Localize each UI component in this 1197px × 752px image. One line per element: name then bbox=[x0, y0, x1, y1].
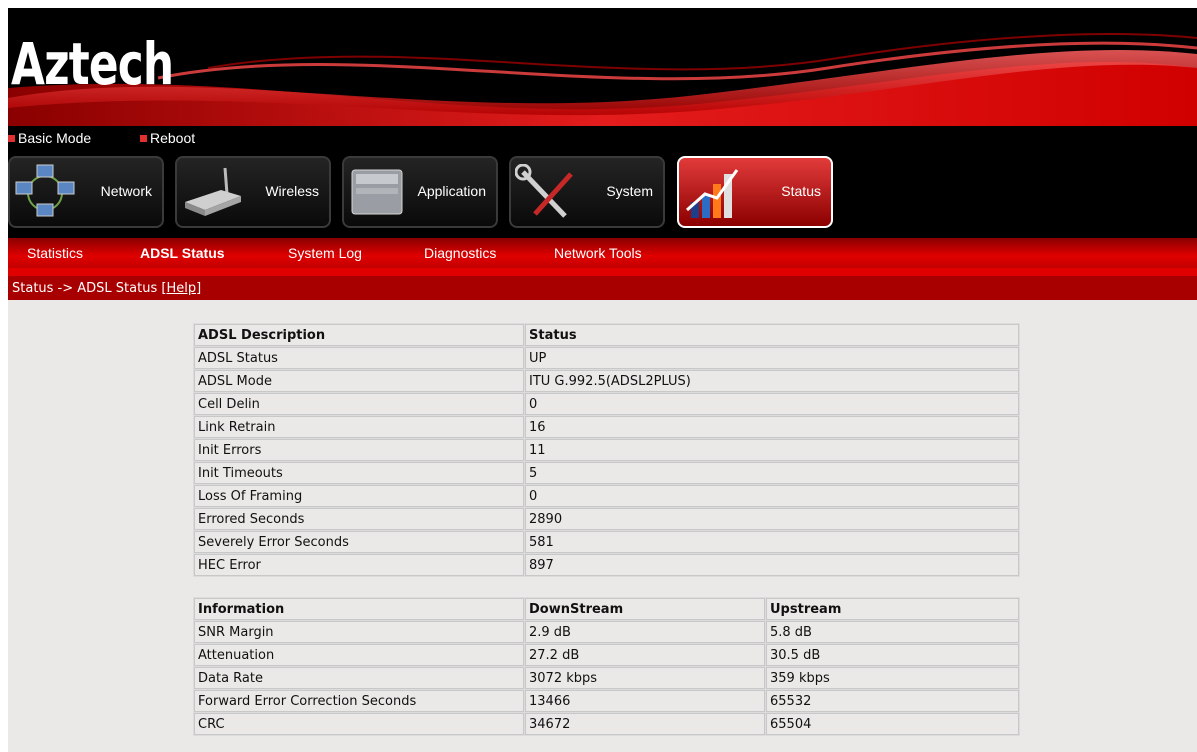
help-link[interactable]: [Help] bbox=[161, 281, 201, 296]
nav-network[interactable]: Network bbox=[8, 156, 164, 228]
row-label: ADSL Mode bbox=[194, 370, 524, 392]
row-value: 16 bbox=[525, 416, 1019, 438]
row-label: CRC bbox=[194, 713, 524, 735]
application-icon bbox=[351, 169, 403, 215]
row-label: Init Timeouts bbox=[194, 462, 524, 484]
row-label: SNR Margin bbox=[194, 621, 524, 643]
red-wave-graphic bbox=[8, 33, 1197, 126]
table-row: Cell Delin 0 bbox=[194, 393, 1019, 415]
top-margin bbox=[0, 0, 1197, 8]
divider bbox=[8, 268, 1197, 276]
row-label: Link Retrain bbox=[194, 416, 524, 438]
bullet-icon bbox=[140, 135, 147, 142]
col-header-information: Information bbox=[194, 598, 524, 620]
table-row: Forward Error Correction Seconds 13466 655… bbox=[194, 690, 1019, 712]
breadcrumb-path: Status -> ADSL Status bbox=[12, 281, 162, 296]
downstream-value: 3072 kbps bbox=[525, 667, 765, 689]
table-row: CRC 34672 65504 bbox=[194, 713, 1019, 735]
nav-status[interactable]: Status bbox=[677, 156, 833, 228]
nav-application-label: Application bbox=[417, 183, 487, 199]
header-banner: Aztech bbox=[8, 8, 1197, 126]
row-label: HEC Error bbox=[194, 554, 524, 576]
table-header-row: ADSL Description Status bbox=[194, 324, 1019, 346]
table-header-row: Information DownStream Upstream bbox=[194, 598, 1019, 620]
tools-icon bbox=[515, 164, 573, 218]
upstream-value: 30.5 dB bbox=[766, 644, 1019, 666]
nav-wireless[interactable]: Wireless bbox=[175, 156, 331, 228]
subnav-adsl-status[interactable]: ADSL Status bbox=[140, 245, 225, 261]
table-row: Link Retrain 16 bbox=[194, 416, 1019, 438]
upstream-value: 65532 bbox=[766, 690, 1019, 712]
row-value: 11 bbox=[525, 439, 1019, 461]
basic-mode-label: Basic Mode bbox=[18, 130, 92, 146]
table-row: SNR Margin 2.9 dB 5.8 dB bbox=[194, 621, 1019, 643]
table-row: Loss Of Framing 0 bbox=[194, 485, 1019, 507]
bullet-icon bbox=[8, 135, 15, 142]
upstream-value: 65504 bbox=[766, 713, 1019, 735]
row-label: Errored Seconds bbox=[194, 508, 524, 530]
table-row: ADSL Mode ITU G.992.5(ADSL2PLUS) bbox=[194, 370, 1019, 392]
table-row: Errored Seconds 2890 bbox=[194, 508, 1019, 530]
col-header-upstream: Upstream bbox=[766, 598, 1019, 620]
mode-bar: Basic Mode Reboot bbox=[8, 126, 1197, 154]
nav-system[interactable]: System bbox=[509, 156, 665, 228]
line-info-table: Information DownStream Upstream SNR Marg… bbox=[193, 597, 1020, 736]
downstream-value: 34672 bbox=[525, 713, 765, 735]
subnav-diagnostics[interactable]: Diagnostics bbox=[424, 245, 496, 261]
downstream-value: 13466 bbox=[525, 690, 765, 712]
table-row: Severely Error Seconds 581 bbox=[194, 531, 1019, 553]
row-value: ITU G.992.5(ADSL2PLUS) bbox=[525, 370, 1019, 392]
breadcrumb-text: Status -> ADSL Status [Help] bbox=[12, 276, 201, 302]
row-value: UP bbox=[525, 347, 1019, 369]
subnav-statistics[interactable]: Statistics bbox=[27, 245, 83, 261]
nav-wireless-label: Wireless bbox=[265, 183, 319, 199]
upstream-value: 5.8 dB bbox=[766, 621, 1019, 643]
table-row: ADSL Status UP bbox=[194, 347, 1019, 369]
row-label: Data Rate bbox=[194, 667, 524, 689]
table-row: Init Errors 11 bbox=[194, 439, 1019, 461]
row-label: Loss Of Framing bbox=[194, 485, 524, 507]
main-nav: Network Wireless Application System Stat… bbox=[8, 154, 1197, 238]
reboot-label: Reboot bbox=[150, 130, 196, 146]
subnav-system-log[interactable]: System Log bbox=[288, 245, 362, 261]
nav-network-label: Network bbox=[100, 183, 152, 199]
nav-application[interactable]: Application bbox=[342, 156, 498, 228]
row-value: 581 bbox=[525, 531, 1019, 553]
table-row: Init Timeouts 5 bbox=[194, 462, 1019, 484]
row-label: Severely Error Seconds bbox=[194, 531, 524, 553]
row-value: 2890 bbox=[525, 508, 1019, 530]
network-icon bbox=[15, 164, 75, 217]
row-value: 0 bbox=[525, 393, 1019, 415]
table-row: HEC Error 897 bbox=[194, 554, 1019, 576]
reboot-link[interactable]: Reboot bbox=[140, 130, 195, 146]
downstream-value: 27.2 dB bbox=[525, 644, 765, 666]
row-label: Cell Delin bbox=[194, 393, 524, 415]
row-label: Attenuation bbox=[194, 644, 524, 666]
basic-mode-link[interactable]: Basic Mode bbox=[8, 130, 91, 146]
left-margin bbox=[0, 0, 8, 752]
table-row: Attenuation 27.2 dB 30.5 dB bbox=[194, 644, 1019, 666]
table-row: Data Rate 3072 kbps 359 kbps bbox=[194, 667, 1019, 689]
breadcrumb: Status -> ADSL Status [Help] bbox=[8, 276, 1197, 300]
nav-status-label: Status bbox=[781, 183, 821, 199]
sub-nav: Statistics ADSL Status System Log Diagno… bbox=[8, 238, 1197, 268]
row-label: Forward Error Correction Seconds bbox=[194, 690, 524, 712]
col-header-status: Status bbox=[525, 324, 1019, 346]
downstream-value: 2.9 dB bbox=[525, 621, 765, 643]
upstream-value: 359 kbps bbox=[766, 667, 1019, 689]
nav-system-label: System bbox=[606, 183, 653, 199]
row-value: 897 bbox=[525, 554, 1019, 576]
subnav-network-tools[interactable]: Network Tools bbox=[554, 245, 642, 261]
router-icon bbox=[185, 167, 241, 216]
row-value: 5 bbox=[525, 462, 1019, 484]
row-label: ADSL Status bbox=[194, 347, 524, 369]
adsl-status-table: ADSL Description Status ADSL Status UP AD… bbox=[193, 323, 1020, 577]
row-value: 0 bbox=[525, 485, 1019, 507]
status-chart-icon bbox=[686, 169, 739, 218]
col-header-description: ADSL Description bbox=[194, 324, 524, 346]
row-label: Init Errors bbox=[194, 439, 524, 461]
aztech-logo: Aztech bbox=[11, 30, 174, 98]
col-header-downstream: DownStream bbox=[525, 598, 765, 620]
